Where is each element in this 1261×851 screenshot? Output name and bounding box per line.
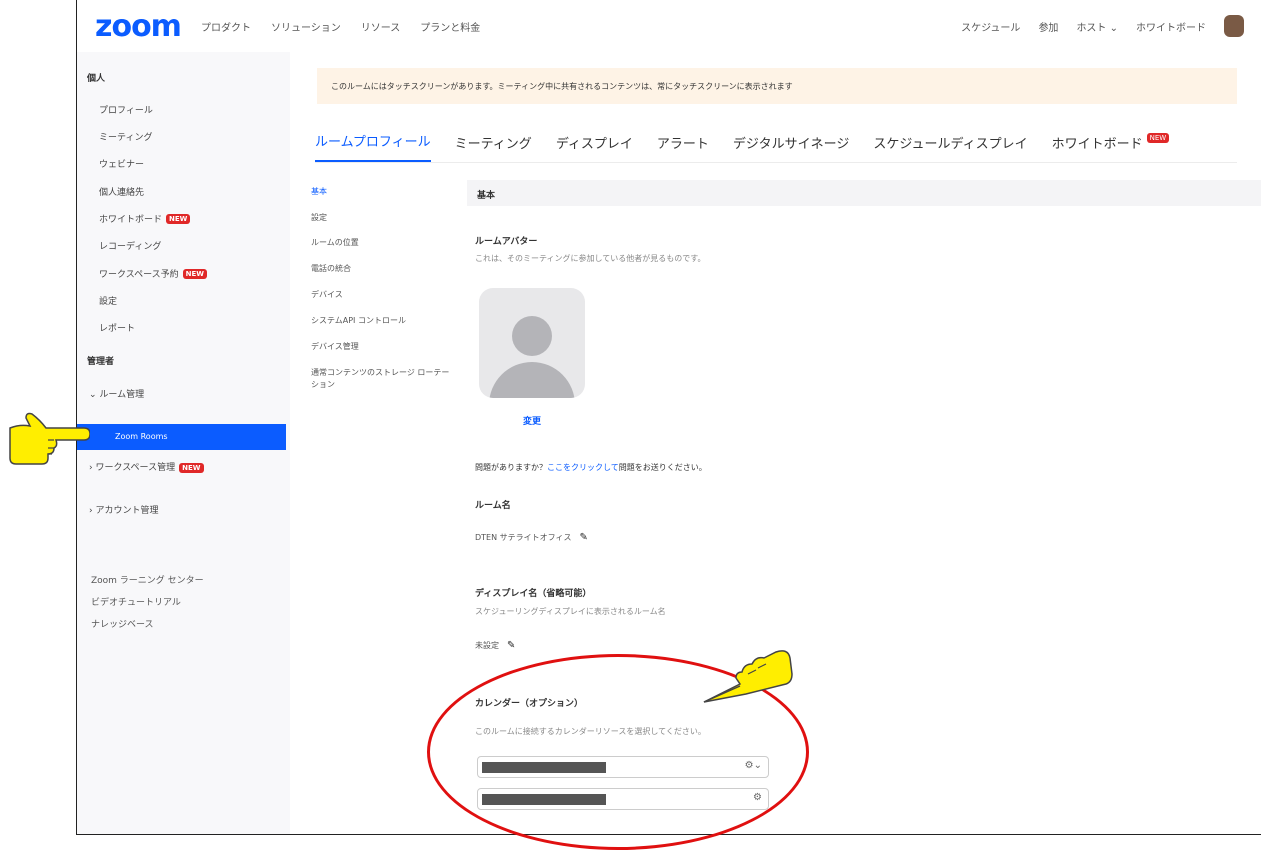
- nav-products[interactable]: プロダクト: [201, 19, 251, 34]
- link-knowledge-base[interactable]: ナレッジベース: [91, 617, 154, 630]
- link-learning-center[interactable]: Zoom ラーニング センター: [91, 573, 204, 586]
- nav-join[interactable]: 参加: [1038, 19, 1058, 34]
- sidebar-item-label: ホワイトボード: [99, 215, 163, 225]
- sidebar-item-label: レコーディング: [99, 242, 162, 252]
- sidebar-item-label: 設定: [99, 297, 118, 307]
- display-name-description: スケジューリングディスプレイに表示されるルーム名: [475, 607, 666, 616]
- room-name-value: DTEN サテライトオフィス ✎: [475, 532, 588, 543]
- sidebar-item-zoom-rooms[interactable]: Zoom Rooms: [77, 424, 286, 450]
- section-header-basic: 基本: [467, 180, 1261, 206]
- subnav-phone-integration[interactable]: 電話の統合: [311, 263, 351, 275]
- sidebar-item-label: ミーティング: [99, 133, 153, 143]
- person-placeholder-body: [489, 362, 575, 398]
- room-name-text: DTEN サテライトオフィス: [475, 533, 572, 542]
- display-name-value: 未設定 ✎: [475, 640, 515, 651]
- room-avatar-label: ルームアバター: [475, 237, 538, 247]
- display-name-text: 未設定: [475, 641, 499, 650]
- sidebar-item-workspace-booking[interactable]: ワークスペース予約 NEW: [99, 267, 208, 280]
- new-badge: NEW: [182, 268, 208, 279]
- sidebar-item-workspace-management[interactable]: › ワークスペース管理 NEW: [89, 460, 204, 473]
- subnav-devices[interactable]: デバイス: [311, 289, 343, 301]
- room-avatar-image: [479, 288, 585, 398]
- sidebar-heading-admin: 管理者: [87, 357, 115, 367]
- pointing-hand-icon: [703, 650, 793, 703]
- tab-bar: ルームプロフィール ミーティング ディスプレイ アラート デジタルサイネージ ス…: [315, 122, 1193, 162]
- sidebar-item-meetings[interactable]: ミーティング: [99, 130, 152, 143]
- sidebar-item-label: レポート: [99, 324, 136, 334]
- tab-meeting[interactable]: ミーティング: [455, 133, 532, 162]
- new-badge: NEW: [1146, 133, 1170, 143]
- nav-whiteboard[interactable]: ホワイトボード: [1136, 19, 1206, 34]
- tab-whiteboard[interactable]: ホワイトボード NEW: [1052, 133, 1170, 162]
- sidebar-item-recordings[interactable]: レコーディング: [99, 239, 161, 252]
- pencil-icon[interactable]: ✎: [579, 532, 587, 543]
- nav-resources[interactable]: リソース: [361, 19, 401, 34]
- sidebar-item-label: プロフィール: [99, 106, 153, 116]
- sidebar-item-settings[interactable]: 設定: [99, 294, 117, 307]
- room-name-label: ルーム名: [475, 501, 511, 511]
- touchscreen-banner: このルームにはタッチスクリーンがあります。ミーティング中に共有されるコンテンツは…: [317, 68, 1237, 104]
- tab-schedule-display[interactable]: スケジュールディスプレイ: [873, 133, 1027, 162]
- problem-report-text: 問題がありますか？ここをクリックして問題をお送りください。: [475, 462, 707, 473]
- sidebar-item-webinars[interactable]: ウェビナー: [99, 157, 144, 170]
- nav-host[interactable]: ホスト ⌄: [1076, 19, 1118, 34]
- top-nav: zoom プロダクト ソリューション リソース プランと料金 スケジュール 参加…: [77, 0, 1261, 52]
- user-avatar[interactable]: [1224, 15, 1244, 37]
- sidebar-item-contacts[interactable]: 個人連絡先: [99, 185, 144, 198]
- subnav-basic[interactable]: 基本: [311, 186, 327, 198]
- sidebar-item-account-management[interactable]: › アカウント管理: [89, 503, 158, 516]
- tab-display[interactable]: ディスプレイ: [556, 133, 633, 162]
- problem-prefix: 問題がありますか？: [475, 463, 547, 472]
- link-video-tutorials[interactable]: ビデオチュートリアル: [91, 595, 181, 608]
- sidebar-item-label: 個人連絡先: [99, 188, 145, 198]
- subnav-device-management[interactable]: デバイス管理: [311, 341, 359, 353]
- sidebar-item-label: ウェビナー: [99, 160, 145, 170]
- nav-solutions[interactable]: ソリューション: [271, 19, 341, 34]
- sidebar-heading-personal: 個人: [87, 74, 106, 84]
- subnav-settings[interactable]: 設定: [311, 212, 327, 224]
- sidebar: 個人 プロフィール ミーティング ウェビナー 個人連絡先 ホワイトボード NEW …: [77, 52, 290, 834]
- tab-alert[interactable]: アラート: [657, 133, 709, 162]
- sidebar-item-label: ワークスペース予約: [99, 270, 179, 280]
- room-avatar-description: これは、そのミーティングに参加している他者が見るものです。: [475, 254, 706, 263]
- problem-report-link[interactable]: ここをクリックして: [547, 463, 619, 472]
- zoom-logo[interactable]: zoom: [95, 9, 182, 44]
- display-name-label: ディスプレイ名（省略可能）: [475, 589, 592, 599]
- tab-room-profile[interactable]: ルームプロフィール: [315, 131, 431, 162]
- sidebar-item-whiteboard[interactable]: ホワイトボード NEW: [99, 212, 191, 225]
- pointing-hand-icon: [9, 412, 90, 465]
- sidebar-item-room-management[interactable]: ⌄ ルーム管理: [89, 387, 144, 400]
- tab-digital-signage[interactable]: デジタルサイネージ: [733, 133, 849, 162]
- nav-schedule[interactable]: スケジュール: [961, 19, 1020, 34]
- subnav-system-api[interactable]: システムAPI コントロール: [311, 315, 406, 327]
- sidebar-item-label: › ワークスペース管理: [89, 463, 176, 473]
- person-placeholder-icon: [512, 316, 552, 356]
- tab-label: ホワイトボード: [1051, 137, 1143, 152]
- pencil-icon[interactable]: ✎: [507, 640, 515, 651]
- new-badge: NEW: [179, 463, 204, 473]
- sidebar-item-profile[interactable]: プロフィール: [99, 103, 153, 116]
- problem-suffix: 問題をお送りください。: [618, 463, 707, 472]
- tab-divider: [315, 162, 1237, 163]
- nav-pricing[interactable]: プランと料金: [420, 19, 480, 34]
- sidebar-item-reports[interactable]: レポート: [99, 321, 135, 334]
- subnav-room-location[interactable]: ルームの位置: [311, 237, 359, 249]
- subnav-storage-rotation[interactable]: 通常コンテンツのストレージ ローテーション: [311, 367, 451, 391]
- new-badge: NEW: [166, 213, 191, 224]
- change-avatar-link[interactable]: 変更: [523, 414, 541, 427]
